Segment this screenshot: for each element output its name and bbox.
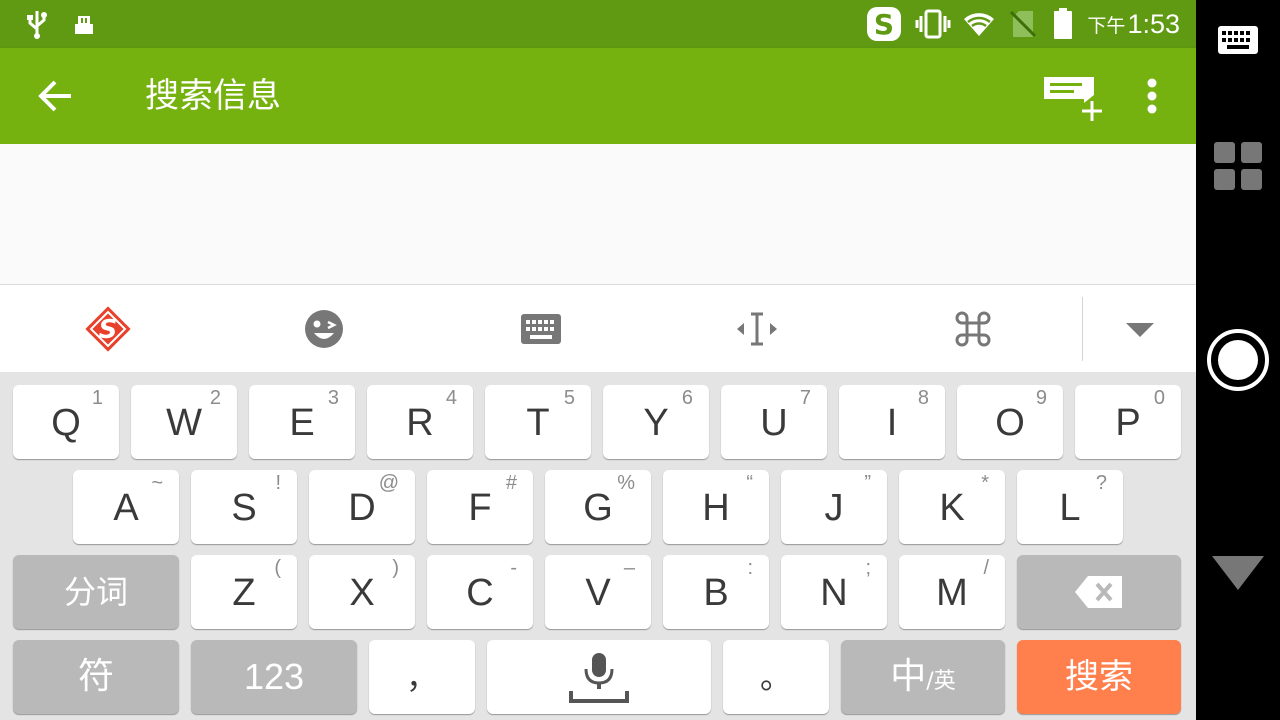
sogou-logo-icon: S <box>85 306 131 352</box>
backspace-icon <box>1075 576 1122 608</box>
clock-period: 下午 <box>1087 14 1126 37</box>
cursor-move-button[interactable] <box>697 285 817 373</box>
segment-key[interactable]: 分词 <box>13 555 179 629</box>
usb-icon <box>22 0 52 48</box>
search-key[interactable]: 搜索 <box>1017 640 1181 714</box>
status-bar: S 下午 1:53 <box>0 0 1196 48</box>
key-d[interactable]: D @ <box>309 470 415 544</box>
key-a[interactable]: A ~ <box>73 470 179 544</box>
vibrate-icon <box>914 0 952 48</box>
symbol-key[interactable]: 符 <box>13 640 179 714</box>
emoji-icon <box>305 310 343 348</box>
key-u[interactable]: U7 <box>721 385 827 459</box>
app-bar: 搜索信息 <box>0 48 1196 144</box>
svg-text:S: S <box>874 8 894 41</box>
key-x[interactable]: X) <box>309 555 415 629</box>
key-g[interactable]: G% <box>545 470 651 544</box>
back-triangle-icon <box>1212 556 1264 590</box>
collapse-icon <box>1126 323 1154 337</box>
back-nav-button[interactable] <box>1196 548 1280 596</box>
key-i[interactable]: I8 <box>839 385 945 459</box>
command-icon <box>955 311 991 347</box>
message-list-area <box>0 144 1196 284</box>
space-voice-key[interactable] <box>487 640 711 714</box>
soft-keyboard: Q1 W2 E3 R4 T5 Y6 U7 I8 O9 P0 A ~ S! D @ F… <box>0 372 1196 720</box>
page-title: 搜索信息 <box>145 76 281 116</box>
lang-alt-label: /英 <box>926 669 956 694</box>
key-e[interactable]: E3 <box>249 385 355 459</box>
key-y[interactable]: Y6 <box>603 385 709 459</box>
more-vert-icon <box>1147 78 1157 114</box>
keyboard-icon <box>521 314 561 344</box>
sogou-logo-button[interactable]: S <box>48 285 168 373</box>
recents-button[interactable] <box>1196 136 1280 196</box>
comma-key[interactable]: ， <box>369 640 475 714</box>
period-key[interactable]: 。 <box>723 640 829 714</box>
back-button[interactable] <box>26 48 86 144</box>
microphone-icon <box>569 653 629 703</box>
key-p[interactable]: P0 <box>1075 385 1181 459</box>
home-icon <box>1207 329 1269 391</box>
key-n[interactable]: N; <box>781 555 887 629</box>
key-v[interactable]: V – <box>545 555 651 629</box>
key-k[interactable]: K * <box>899 470 1005 544</box>
svg-text:S: S <box>99 315 118 345</box>
ime-switch-button[interactable] <box>1196 20 1280 60</box>
key-l[interactable]: L? <box>1017 470 1123 544</box>
key-b[interactable]: B: <box>663 555 769 629</box>
key-f[interactable]: F # <box>427 470 533 544</box>
cursor-move-icon <box>737 312 777 346</box>
ime-toolbar: S <box>0 284 1196 372</box>
sd-card-icon <box>72 0 96 48</box>
lang-main-label: 中 <box>890 656 927 697</box>
backspace-key[interactable] <box>1017 555 1181 629</box>
no-sim-icon <box>1008 0 1038 48</box>
key-j[interactable]: J” <box>781 470 887 544</box>
status-clock: 下午 1:53 <box>1087 0 1180 48</box>
navigation-bar <box>1196 0 1280 720</box>
key-q[interactable]: Q1 <box>13 385 119 459</box>
battery-icon <box>1050 0 1076 48</box>
emoji-button[interactable] <box>264 285 384 373</box>
command-button[interactable] <box>913 285 1033 373</box>
collapse-keyboard-button[interactable] <box>1090 285 1190 373</box>
keyboard-switch-button[interactable] <box>481 285 601 373</box>
language-switch-key[interactable]: 中/英 <box>841 640 1005 714</box>
key-h[interactable]: H “ <box>663 470 769 544</box>
key-z[interactable]: Z( <box>191 555 297 629</box>
new-message-button[interactable] <box>1036 48 1106 144</box>
key-w[interactable]: W2 <box>131 385 237 459</box>
sogou-notification-icon: S <box>864 0 904 48</box>
home-button[interactable] <box>1196 326 1280 394</box>
wifi-icon <box>962 0 996 48</box>
key-r[interactable]: R4 <box>367 385 473 459</box>
key-s[interactable]: S! <box>191 470 297 544</box>
toolbar-divider <box>1082 297 1083 361</box>
key-c[interactable]: C- <box>427 555 533 629</box>
numbers-key[interactable]: 123 <box>191 640 357 714</box>
overflow-menu-button[interactable] <box>1130 48 1174 144</box>
new-message-icon <box>1044 77 1102 121</box>
keyboard-icon <box>1218 26 1258 54</box>
clock-time: 1:53 <box>1127 8 1180 39</box>
key-m[interactable]: M / <box>899 555 1005 629</box>
key-t[interactable]: T5 <box>485 385 591 459</box>
recents-icon <box>1214 142 1262 190</box>
key-o[interactable]: O9 <box>957 385 1063 459</box>
arrow-left-icon <box>38 80 71 112</box>
